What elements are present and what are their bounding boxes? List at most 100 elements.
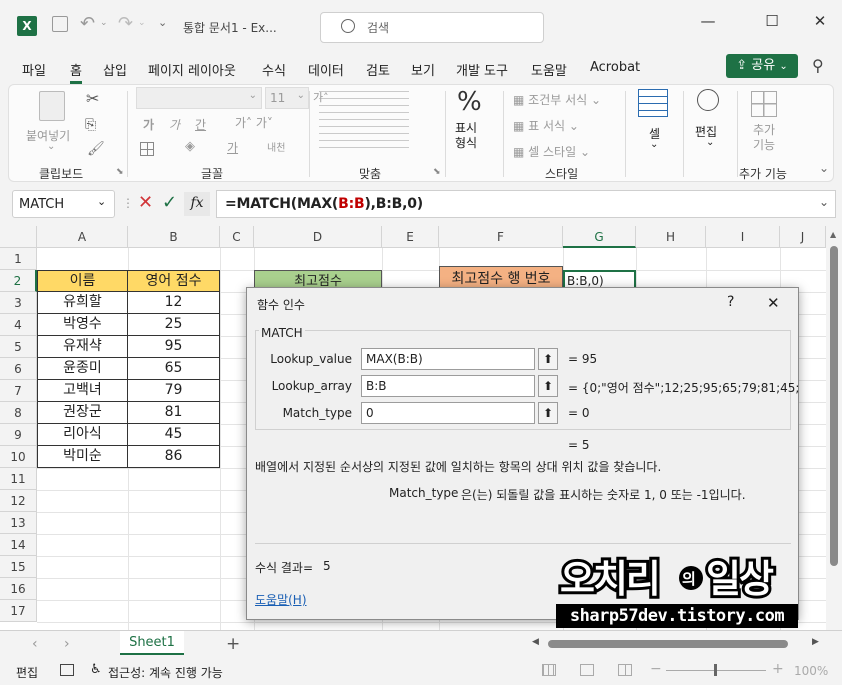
insert-function-icon[interactable]: fx bbox=[184, 192, 210, 216]
chevron-down-icon[interactable]: ⌄ bbox=[650, 139, 658, 150]
minimize-button[interactable]: — bbox=[693, 12, 723, 30]
zoom-level[interactable]: 100% bbox=[794, 664, 828, 678]
row-header-13[interactable]: 13 bbox=[0, 512, 37, 534]
maximize-button[interactable]: ☐ bbox=[757, 12, 787, 30]
font-size-select[interactable]: 11 ⌄ bbox=[265, 87, 309, 109]
formula-input[interactable]: =MATCH(MAX(B:B),B:B,0) ⌄ bbox=[216, 190, 836, 218]
scroll-left-icon[interactable]: ◀ bbox=[532, 637, 539, 647]
zoom-in-icon[interactable]: + bbox=[772, 661, 784, 677]
dialog-launcher-icon[interactable]: ⬊ bbox=[433, 167, 441, 177]
score-cell[interactable]: 79 bbox=[128, 380, 220, 402]
arg-input[interactable]: B:B bbox=[361, 375, 535, 397]
close-dialog-button[interactable]: ✕ bbox=[767, 294, 780, 312]
tab-file[interactable]: 파일 bbox=[22, 60, 46, 79]
number-format-button[interactable]: 표시 형식 bbox=[455, 121, 477, 151]
horizontal-scrollbar[interactable]: ◀ ▶ bbox=[530, 637, 826, 651]
addins-label[interactable]: 추가 기능 bbox=[753, 123, 775, 153]
excel-icon[interactable]: X bbox=[17, 16, 37, 36]
vertical-scrollbar[interactable]: ▲ bbox=[826, 226, 842, 630]
row-header-12[interactable]: 12 bbox=[0, 490, 37, 512]
select-all-corner[interactable] bbox=[0, 226, 37, 248]
chevron-down-icon[interactable]: ⌄ bbox=[706, 137, 714, 148]
next-sheet-icon[interactable]: › bbox=[64, 636, 70, 652]
expand-formula-icon[interactable]: ⌄ bbox=[819, 195, 829, 209]
conditional-format-button[interactable]: ▦ 조건부 서식 ⌄ bbox=[513, 91, 601, 108]
font-more-icon[interactable]: 가˄ 가˅ bbox=[235, 114, 273, 131]
row-header-14[interactable]: 14 bbox=[0, 534, 37, 556]
scroll-thumb[interactable] bbox=[548, 640, 788, 648]
macro-record-icon[interactable] bbox=[60, 664, 74, 676]
col-header-d[interactable]: D bbox=[254, 226, 382, 248]
name-cell[interactable]: 박미순 bbox=[37, 446, 128, 468]
row-header-11[interactable]: 11 bbox=[0, 468, 37, 490]
col-header-e[interactable]: E bbox=[382, 226, 439, 248]
bold-button[interactable]: 가 bbox=[143, 116, 154, 133]
cells-icon[interactable] bbox=[638, 89, 668, 117]
cut-icon[interactable]: ✂ bbox=[86, 89, 99, 108]
name-cell[interactable]: 유희할 bbox=[37, 292, 128, 314]
align-top-icon[interactable] bbox=[319, 91, 409, 151]
format-painter-icon[interactable]: 🖌 bbox=[87, 141, 105, 157]
percent-icon[interactable]: % bbox=[457, 87, 482, 117]
name-cell[interactable]: 리아식 bbox=[37, 424, 128, 446]
page-break-view-icon[interactable] bbox=[618, 664, 632, 676]
col-header-a[interactable]: A bbox=[37, 226, 128, 248]
arg-input[interactable]: MAX(B:B) bbox=[361, 348, 535, 370]
col-header-b[interactable]: B bbox=[128, 226, 220, 248]
cancel-icon[interactable]: ✕ bbox=[138, 192, 153, 213]
score-cell[interactable]: 12 bbox=[128, 292, 220, 314]
normal-view-icon[interactable] bbox=[542, 664, 556, 676]
qat-more-icon[interactable]: ⌄ bbox=[158, 16, 167, 29]
italic-button[interactable]: 가 bbox=[169, 116, 180, 133]
border-icon[interactable] bbox=[140, 142, 154, 156]
tab-developer[interactable]: 개발 도구 bbox=[456, 60, 508, 79]
row-header-16[interactable]: 16 bbox=[0, 578, 37, 600]
tab-home[interactable]: 홈 bbox=[70, 60, 82, 84]
row-header-17[interactable]: 17 bbox=[0, 600, 37, 622]
sheet-tab[interactable]: Sheet1 bbox=[120, 631, 184, 655]
cell-styles-button[interactable]: ▦ 셀 스타일 ⌄ bbox=[513, 143, 590, 160]
addins-icon[interactable] bbox=[751, 91, 777, 117]
copy-icon[interactable]: ⎘ bbox=[85, 117, 96, 133]
tab-acrobat[interactable]: Acrobat bbox=[590, 60, 640, 75]
row-header-1[interactable]: 1 bbox=[0, 248, 37, 270]
search-box[interactable]: 검색 bbox=[320, 12, 544, 43]
comments-icon[interactable]: ⚲ bbox=[812, 56, 824, 75]
row-header-3[interactable]: 3 bbox=[0, 292, 37, 314]
tab-data[interactable]: 데이터 bbox=[308, 60, 344, 79]
tab-review[interactable]: 검토 bbox=[366, 60, 390, 79]
dialog-launcher-icon[interactable]: ⬊ bbox=[116, 167, 124, 177]
collapse-dialog-icon[interactable]: ⬆ bbox=[538, 402, 558, 424]
col-header-f[interactable]: F bbox=[439, 226, 563, 248]
collapse-dialog-icon[interactable]: ⬆ bbox=[538, 375, 558, 397]
redo-icon[interactable]: ↷ bbox=[118, 13, 133, 34]
name-cell[interactable]: 권장군 bbox=[37, 402, 128, 424]
paste-icon[interactable] bbox=[39, 91, 65, 121]
scroll-right-icon[interactable]: ▶ bbox=[812, 637, 819, 647]
zoom-slider-thumb[interactable] bbox=[714, 664, 717, 676]
tab-formulas[interactable]: 수식 bbox=[262, 60, 286, 79]
help-link[interactable]: 도움말(H) bbox=[255, 591, 307, 608]
score-cell[interactable]: 86 bbox=[128, 446, 220, 468]
undo-icon[interactable]: ↶ bbox=[80, 13, 95, 34]
row-header-2[interactable]: 2 bbox=[0, 270, 37, 292]
tab-view[interactable]: 보기 bbox=[411, 60, 435, 79]
col-header-g[interactable]: G bbox=[563, 226, 636, 248]
tab-insert[interactable]: 삽입 bbox=[103, 60, 127, 79]
close-button[interactable]: ✕ bbox=[805, 12, 835, 30]
tab-page-layout[interactable]: 페이지 레이아웃 bbox=[148, 60, 236, 79]
col-header-c[interactable]: C bbox=[220, 226, 254, 248]
col-header-h[interactable]: H bbox=[636, 226, 706, 248]
row-header-5[interactable]: 5 bbox=[0, 336, 37, 358]
row-header-9[interactable]: 9 bbox=[0, 424, 37, 446]
tab-help[interactable]: 도움말 bbox=[531, 60, 567, 79]
enter-icon[interactable]: ✓ bbox=[162, 192, 177, 213]
underline-button[interactable]: 간 bbox=[195, 116, 206, 133]
scroll-thumb[interactable] bbox=[830, 246, 838, 566]
collapse-dialog-icon[interactable]: ⬆ bbox=[538, 348, 558, 370]
find-icon[interactable] bbox=[697, 89, 719, 111]
redo-dropdown-icon[interactable]: ⌄ bbox=[138, 18, 146, 28]
share-button[interactable]: ⇪ 공유 ⌄ bbox=[726, 54, 798, 78]
score-cell[interactable]: 45 bbox=[128, 424, 220, 446]
name-cell[interactable]: 박영수 bbox=[37, 314, 128, 336]
